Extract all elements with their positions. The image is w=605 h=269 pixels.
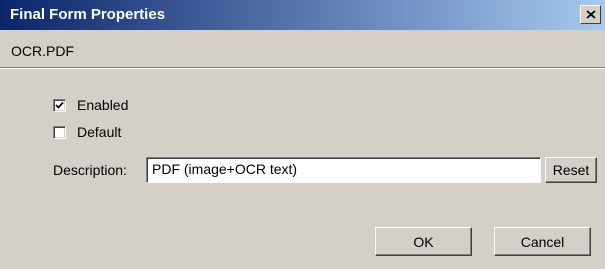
ok-button[interactable]: OK (375, 227, 472, 256)
close-button[interactable] (580, 5, 601, 24)
dialog-title: Final Form Properties (10, 6, 166, 23)
checkmark-icon (55, 101, 64, 109)
enabled-checkbox[interactable] (53, 98, 66, 112)
close-icon (585, 10, 596, 19)
description-label: Description: (53, 162, 127, 178)
description-input[interactable]: PDF (image+OCR text) (146, 157, 541, 183)
title-bar[interactable]: Final Form Properties (0, 0, 605, 30)
separator-highlight (0, 68, 605, 69)
enabled-option[interactable]: Enabled (53, 97, 128, 113)
default-checkbox[interactable] (53, 125, 66, 139)
dialog-window: Final Form Properties OCR.PDF Enabled De… (0, 0, 605, 269)
default-option[interactable]: Default (53, 124, 121, 140)
default-label: Default (77, 124, 122, 140)
enabled-label: Enabled (77, 97, 129, 113)
reset-button[interactable]: Reset (545, 157, 597, 183)
file-name-label: OCR.PDF (11, 43, 74, 59)
cancel-button[interactable]: Cancel (494, 227, 591, 256)
